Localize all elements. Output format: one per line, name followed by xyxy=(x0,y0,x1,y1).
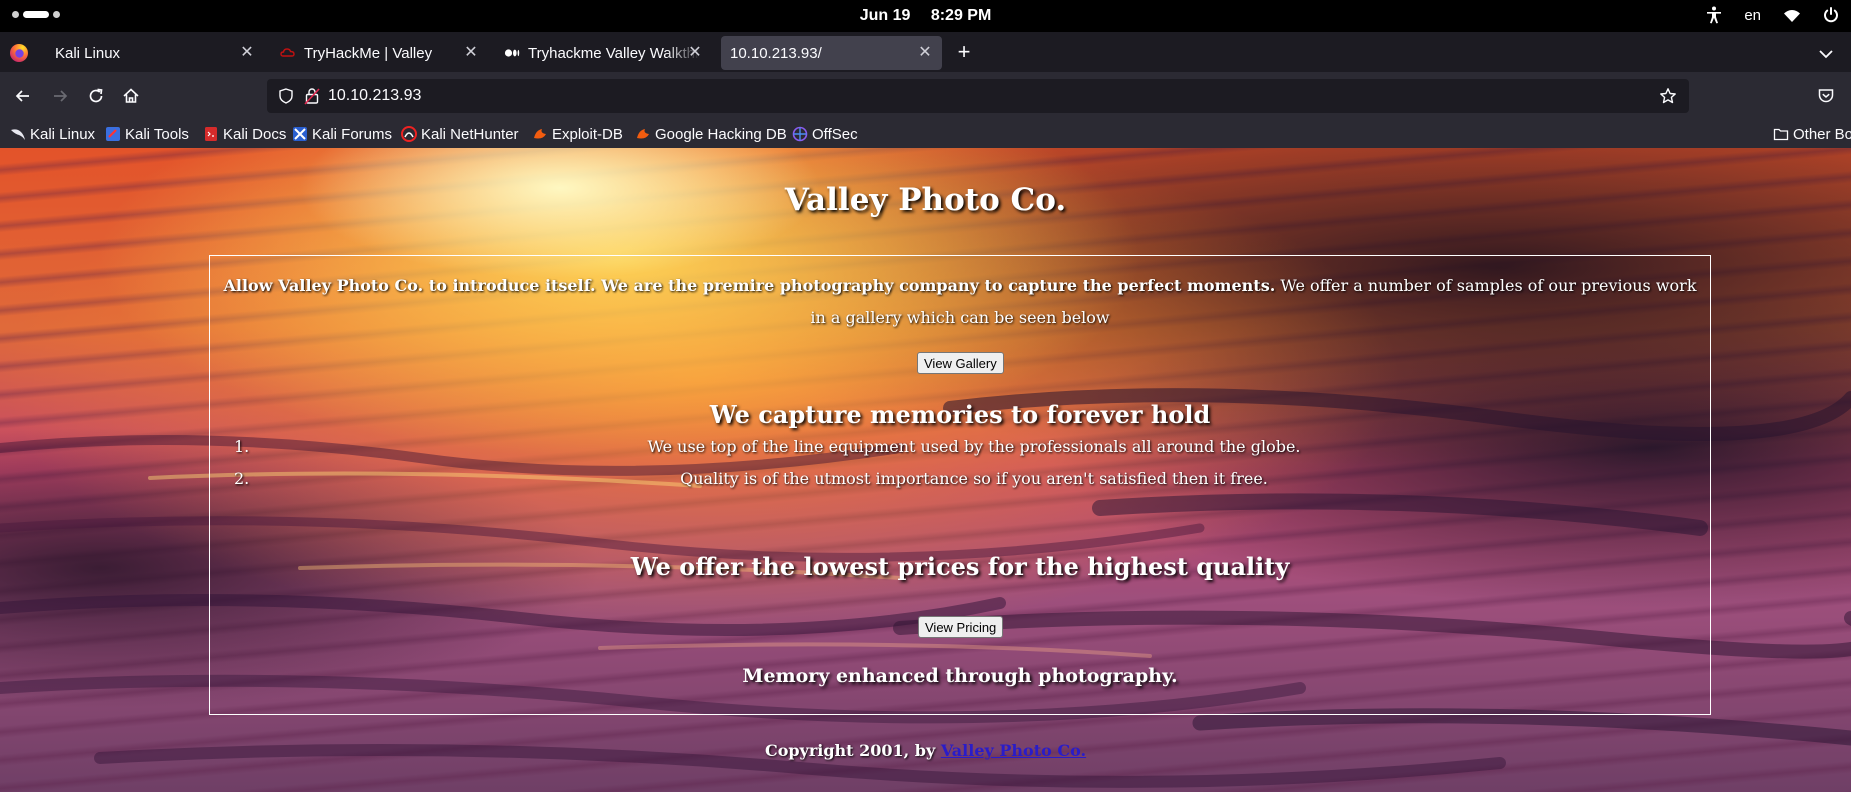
tab-walkthrough[interactable]: Tryhackme Valley Walkthrough ✕ xyxy=(496,36,712,70)
web-page-content: Valley Photo Co. Allow Valley Photo Co. … xyxy=(0,148,1851,792)
clock-date: Jun 19 xyxy=(859,7,911,24)
tab-title: TryHackMe | Valley xyxy=(304,44,433,62)
kali-docs-icon xyxy=(205,127,217,141)
bookmark-offsec[interactable]: OffSec xyxy=(792,123,858,145)
close-icon[interactable]: ✕ xyxy=(238,44,256,62)
bookmark-label: OffSec xyxy=(812,125,858,143)
tab-kali-linux[interactable]: Kali Linux ✕ xyxy=(40,36,264,70)
tab-tryhackme-valley[interactable]: TryHackMe | Valley ✕ xyxy=(272,36,488,70)
tab-title: Tryhackme Valley Walkthrough xyxy=(528,44,700,62)
new-tab-button[interactable]: + xyxy=(953,41,975,63)
url-text[interactable]: 10.10.213.93 xyxy=(328,87,421,105)
content-panel: Allow Valley Photo Co. to introduce itse… xyxy=(209,255,1711,715)
view-gallery-button[interactable]: View Gallery xyxy=(917,352,1004,374)
bookmark-exploit-db[interactable]: Exploit-DB xyxy=(532,123,623,145)
bookmark-label: Kali Docs xyxy=(223,125,287,143)
firefox-icon[interactable] xyxy=(9,43,29,63)
bookmark-other-bookmarks[interactable]: Other Bo xyxy=(1773,123,1851,145)
system-top-bar: Jun 19 8:29 PM en xyxy=(0,0,1851,32)
tab-strip: Kali Linux ✕ TryHackMe | Valley ✕ Tryhac… xyxy=(0,32,1851,72)
close-icon[interactable]: ✕ xyxy=(686,44,704,62)
back-arrow-icon[interactable] xyxy=(13,86,33,106)
bookmark-kali-nethunter[interactable]: Kali NetHunter xyxy=(401,123,519,145)
bookmark-label: Other Bo xyxy=(1793,125,1851,143)
tab-title: Kali Linux xyxy=(55,44,121,62)
tracking-shield-icon[interactable] xyxy=(278,88,294,104)
bookmark-kali-forums[interactable]: Kali Forums xyxy=(292,123,392,145)
medium-icon xyxy=(504,49,520,57)
page-title: Valley Photo Co. xyxy=(784,182,1067,218)
heading-prices: We offer the lowest prices for the highe… xyxy=(630,552,1290,581)
bookmark-kali-linux[interactable]: Kali Linux xyxy=(10,123,95,145)
kali-forums-icon xyxy=(293,127,307,141)
wifi-icon[interactable] xyxy=(1783,8,1801,23)
bookmark-kali-docs[interactable]: Kali Docs xyxy=(203,123,286,145)
list-text: Quality is of the utmost importance so i… xyxy=(680,469,1268,488)
exploit-db-icon xyxy=(534,129,546,139)
bookmark-label: Kali Tools xyxy=(125,125,189,143)
footer-text: Copyright 2001, by xyxy=(764,741,941,760)
bookmark-label: Kali Forums xyxy=(312,125,393,143)
tryhackme-icon xyxy=(280,48,295,57)
close-icon[interactable]: ✕ xyxy=(462,44,480,62)
system-tray: en xyxy=(1706,6,1839,24)
close-icon[interactable]: ✕ xyxy=(916,44,934,62)
intro-paragraph: Allow Valley Photo Co. to introduce itse… xyxy=(210,270,1710,334)
accessibility-icon[interactable] xyxy=(1706,6,1722,24)
view-pricing-button[interactable]: View Pricing xyxy=(918,616,1004,638)
tab-active-site[interactable]: 10.10.213.93/ ✕ xyxy=(721,36,942,70)
pocket-icon[interactable] xyxy=(1817,87,1835,105)
bookmark-label: Exploit-DB xyxy=(552,125,623,143)
heading-memories: We capture memories to forever hold xyxy=(709,400,1211,429)
offsec-icon xyxy=(792,126,808,142)
nethunter-icon xyxy=(401,126,417,142)
home-icon[interactable] xyxy=(121,86,141,106)
tagline: Memory enhanced through photography. xyxy=(742,665,1178,687)
forward-arrow-icon[interactable] xyxy=(50,86,70,106)
ghdb-icon xyxy=(637,129,649,139)
list-text: We use top of the line equipment used by… xyxy=(647,437,1301,456)
bookmarks-toolbar: Kali Linux Kali Tools Kali Docs Kali For… xyxy=(0,120,1851,148)
folder-icon xyxy=(1773,128,1789,141)
tab-title: 10.10.213.93/ xyxy=(730,44,822,62)
kali-tools-icon xyxy=(106,127,120,141)
insecure-lock-icon[interactable] xyxy=(304,87,320,105)
list-all-tabs-icon[interactable] xyxy=(1817,45,1835,63)
clock[interactable]: Jun 19 8:29 PM xyxy=(0,7,1851,25)
footer-link[interactable]: Valley Photo Co. xyxy=(941,741,1086,760)
bookmark-google-hacking-db[interactable]: Google Hacking DB xyxy=(635,123,787,145)
intro-bold-text: Allow Valley Photo Co. to introduce itse… xyxy=(223,276,1276,295)
reload-icon[interactable] xyxy=(86,86,106,106)
url-bar[interactable]: 10.10.213.93 xyxy=(267,79,1689,113)
bookmark-star-icon[interactable] xyxy=(1659,87,1677,105)
bookmark-label: Kali Linux xyxy=(30,125,96,143)
power-icon[interactable] xyxy=(1823,7,1839,23)
bookmark-kali-tools[interactable]: Kali Tools xyxy=(105,123,189,145)
language-indicator[interactable]: en xyxy=(1744,7,1761,24)
footer-copyright: Copyright 2001, by Valley Photo Co. xyxy=(0,741,1851,760)
clock-time: 8:29 PM xyxy=(930,7,992,24)
bookmark-label: Google Hacking DB xyxy=(655,125,787,143)
bookmark-label: Kali NetHunter xyxy=(421,125,519,143)
kali-dragon-icon xyxy=(11,129,25,140)
